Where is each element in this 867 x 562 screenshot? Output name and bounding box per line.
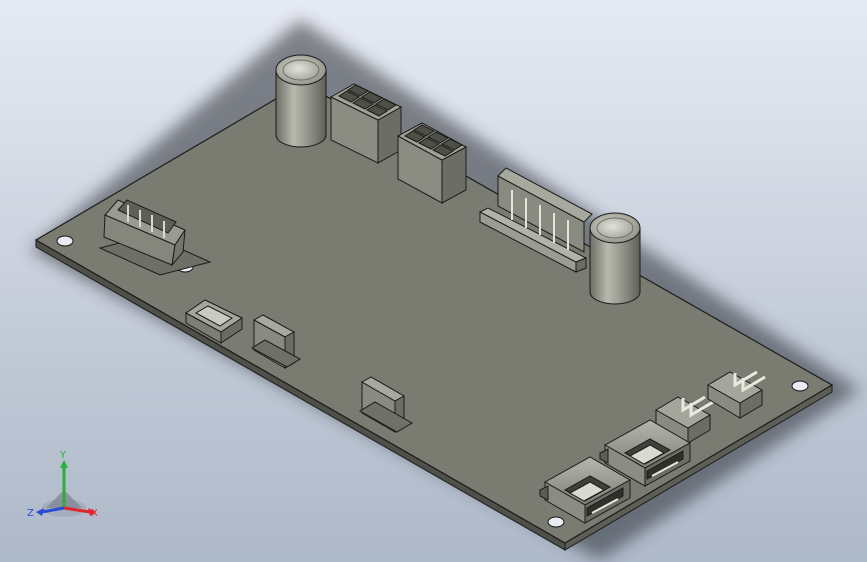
triad-z-label: Z [27,508,34,519]
pcb-3d-model-scene[interactable] [0,0,867,562]
capacitor-2[interactable] [589,212,641,305]
mounting-hole [56,235,74,247]
triad-y-label: Y [59,450,67,461]
mounting-hole [791,380,809,392]
cad-viewport[interactable]: Y X Z [0,0,867,562]
triad-x-label: X [91,508,98,519]
coordinate-triad-icon: Y X Z [27,450,98,519]
mounting-hole [547,516,565,528]
capacitor-1[interactable] [275,54,327,148]
